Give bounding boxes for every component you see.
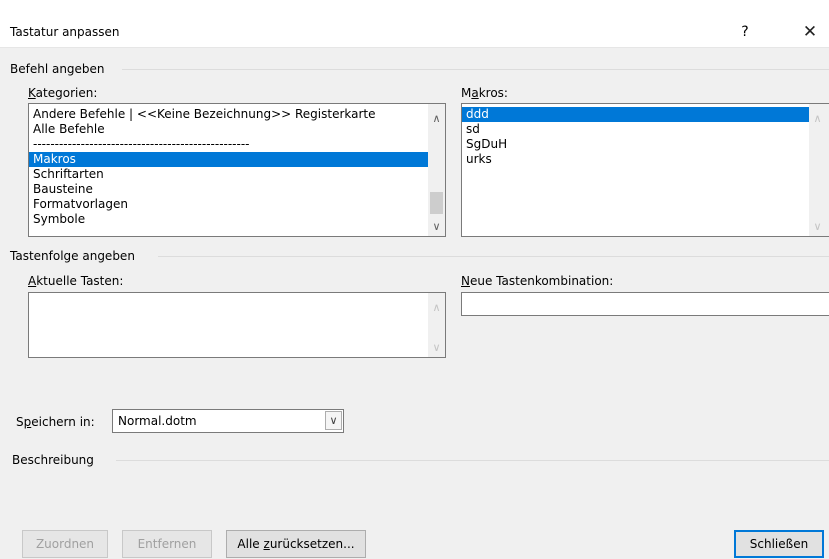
save-in-value: Normal.dotm [118, 414, 197, 428]
scroll-up-icon: ∧ [813, 112, 822, 125]
categories-scrollbar[interactable]: ∧ ∨ [428, 104, 445, 236]
new-combo-label: Neue Tastenkombination: [461, 274, 614, 288]
current-keys-label: Aktuelle Tasten: [28, 274, 124, 288]
scroll-up-icon: ∧ [432, 301, 441, 314]
assign-button[interactable]: Zuordnen [22, 530, 108, 558]
list-item[interactable]: Bausteine [29, 182, 445, 197]
scroll-down-icon: ∨ [813, 220, 822, 233]
list-item[interactable]: Alle Befehle [29, 122, 445, 137]
list-item[interactable]: Formatvorlagen [29, 197, 445, 212]
save-in-combobox[interactable]: Normal.dotm ∨ [112, 409, 344, 433]
command-group-divider [122, 69, 829, 70]
reset-all-button[interactable]: Alle zurücksetzen... [226, 530, 366, 558]
command-group-title: Befehl angeben [10, 62, 105, 76]
list-item[interactable]: Makros [29, 152, 445, 167]
list-item[interactable]: urks [462, 152, 829, 167]
categories-listbox[interactable]: Andere Befehle | <<Keine Bezeichnung>> R… [28, 103, 446, 237]
remove-button[interactable]: Entfernen [122, 530, 212, 558]
macros-listbox[interactable]: ddd sd SgDuH urks ∧ ∨ [461, 103, 829, 237]
chevron-down-icon[interactable]: ∨ [325, 411, 342, 430]
close-icon[interactable]: ✕ [795, 19, 825, 45]
help-button[interactable]: ? [733, 20, 757, 44]
categories-label: Kategorien: [28, 86, 98, 100]
list-item[interactable]: ddd [462, 107, 829, 122]
keys-group-title: Tastenfolge angeben [10, 249, 135, 263]
dialog-titlebar: Tastatur anpassen ? ✕ [0, 17, 829, 48]
list-item[interactable]: Andere Befehle | <<Keine Bezeichnung>> R… [29, 107, 445, 122]
close-button[interactable]: Schließen [734, 530, 824, 558]
macros-scrollbar: ∧ ∨ [809, 104, 829, 236]
list-item[interactable]: Symbole [29, 212, 445, 227]
new-combo-input[interactable] [461, 292, 829, 316]
background-window-strip [0, 0, 829, 17]
description-group-divider [116, 460, 829, 461]
keys-group-divider [158, 256, 829, 257]
list-item[interactable]: SgDuH [462, 137, 829, 152]
list-item[interactable]: ----------------------------------------… [29, 137, 445, 152]
list-item[interactable]: Schriftarten [29, 167, 445, 182]
scroll-thumb[interactable] [430, 192, 443, 214]
save-in-label: Speichern in: [16, 415, 95, 429]
current-keys-scrollbar: ∧ ∨ [428, 293, 445, 357]
scroll-down-icon: ∨ [432, 341, 441, 354]
scroll-down-icon[interactable]: ∨ [428, 218, 445, 235]
description-group-title: Beschreibung [12, 453, 94, 467]
macros-label: Makros: [461, 86, 508, 100]
list-item[interactable]: sd [462, 122, 829, 137]
scroll-up-icon[interactable]: ∧ [428, 110, 445, 127]
dialog-title: Tastatur anpassen [10, 25, 120, 39]
current-keys-listbox[interactable]: ∧ ∨ [28, 292, 446, 358]
